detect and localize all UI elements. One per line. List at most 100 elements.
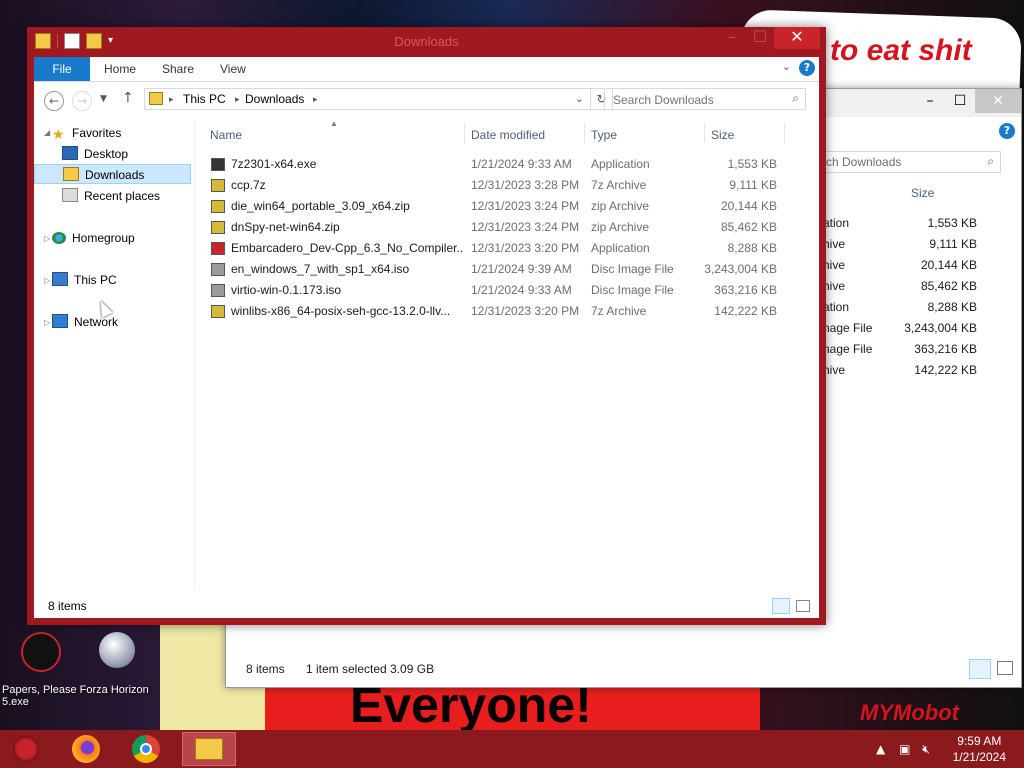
chevron-right-icon[interactable]: ▸: [235, 94, 240, 105]
minimize-button[interactable]: –: [718, 27, 746, 49]
chevron-down-icon[interactable]: ⌄: [575, 92, 584, 105]
taskbar-file-explorer[interactable]: [182, 732, 236, 766]
column-divider[interactable]: [464, 123, 465, 143]
column-divider[interactable]: [704, 123, 705, 143]
file-name: en_windows_7_with_sp1_x64.iso: [231, 262, 410, 276]
volume-muted-icon[interactable]: 🔇︎: [922, 742, 930, 756]
nav-item-homegroup[interactable]: Homegroup: [52, 228, 135, 248]
file-row[interactable]: Embarcadero_Dev-Cpp_6.3_No_Compiler... 12…: [202, 238, 819, 259]
address-bar[interactable]: ▸ This PC ▸ Downloads ▸ ⌄: [144, 88, 591, 110]
nav-item-downloads[interactable]: Downloads: [34, 164, 191, 184]
window-title: Downloads: [394, 34, 459, 49]
help-icon[interactable]: ?: [799, 60, 815, 76]
nav-item-favorites[interactable]: ★ Favorites: [52, 123, 121, 143]
window-titlebar[interactable]: ▾ Downloads – ☐ ✕: [27, 27, 826, 57]
explorer-window[interactable]: ▾ Downloads – ☐ ✕ File Home Share View ⌄…: [27, 27, 826, 625]
search-placeholder: rch Downloads: [822, 155, 902, 169]
status-item-count: 8 items: [48, 599, 87, 613]
column-header-name[interactable]: Name: [210, 128, 242, 142]
close-button[interactable]: ✕: [774, 27, 820, 49]
background-search-box[interactable]: rch Downloads ⌕: [821, 151, 1001, 173]
network-status-icon[interactable]: ▣: [899, 742, 910, 756]
file-date-modified: 12/31/2023 3:24 PM: [471, 220, 580, 234]
desktop-icon-papers-please[interactable]: [18, 632, 64, 674]
minimize-icon[interactable]: –: [915, 89, 945, 113]
ribbon-expand-icon[interactable]: ⌄: [782, 60, 791, 73]
maximize-button[interactable]: ☐: [746, 27, 774, 49]
forward-button[interactable]: →: [72, 91, 92, 111]
column-header-date[interactable]: Date modified: [471, 128, 545, 142]
address-row: ← → ▼ ↑ ▸ This PC ▸ Downloads ▸ ⌄ ↻ ⌕: [34, 82, 819, 118]
size-column-header[interactable]: Size: [911, 186, 934, 200]
navigation-pane: ◢ ★ Favorites Desktop Downloads Recent pl…: [34, 119, 195, 589]
clock[interactable]: 9:59 AM 1/21/2024: [953, 733, 1006, 765]
back-button[interactable]: ←: [44, 91, 64, 111]
breadcrumb-downloads[interactable]: Downloads: [245, 92, 304, 106]
taskbar-chrome[interactable]: [122, 732, 170, 766]
search-box[interactable]: ⌕: [604, 88, 806, 110]
column-header-size[interactable]: Size: [711, 128, 734, 142]
file-date-modified: 12/31/2023 3:20 PM: [471, 304, 580, 318]
file-row[interactable]: winlibs-x86_64-posix-seh-gcc-13.2.0-llv.…: [202, 301, 819, 322]
tab-share[interactable]: Share: [162, 57, 194, 81]
nav-item-this-pc[interactable]: This PC: [52, 270, 117, 290]
up-arrow-icon[interactable]: ↑: [122, 90, 134, 106]
desktop-icon-label: Papers, Please: [2, 684, 77, 696]
nav-item-network[interactable]: Network: [52, 312, 118, 332]
nav-item-recent-places[interactable]: Recent places: [62, 186, 160, 206]
file-row[interactable]: en_windows_7_with_sp1_x64.iso 1/21/2024 9…: [202, 259, 819, 280]
expand-arrow-icon[interactable]: ◢: [44, 128, 50, 137]
column-divider[interactable]: [584, 123, 585, 143]
file-row[interactable]: die_win64_portable_3.09_x64.zip 12/31/202…: [202, 196, 819, 217]
recent-locations-icon[interactable]: ▼: [100, 94, 107, 104]
file-row[interactable]: ccp.7z 12/31/2023 3:28 PM 7z Archive 9,111 …: [202, 175, 819, 196]
background-file-type: ation: [823, 216, 850, 230]
star-icon: ★: [52, 126, 65, 142]
file-type: Disc Image File: [591, 283, 674, 297]
large-icons-view-button[interactable]: [997, 661, 1013, 675]
collapse-arrow-icon[interactable]: ▷: [44, 318, 50, 327]
column-header-type[interactable]: Type: [591, 128, 617, 142]
firefox-icon: [72, 735, 100, 763]
7z-archive-icon: [211, 179, 225, 192]
collapse-arrow-icon[interactable]: ▷: [44, 276, 50, 285]
chevron-right-icon[interactable]: ▸: [169, 94, 174, 105]
background-file-type: hive: [823, 258, 846, 272]
clock-time: 9:59 AM: [957, 734, 1002, 748]
details-view-button[interactable]: [969, 659, 991, 679]
details-view-button[interactable]: [772, 598, 790, 614]
system-tray: ▲ ▣ 🔇︎: [876, 742, 930, 757]
search-input[interactable]: [611, 90, 785, 110]
file-row[interactable]: virtio-win-0.1.173.iso 1/21/2024 9:33 AM D…: [202, 280, 819, 301]
background-file-size: 142,222 KB: [914, 363, 977, 377]
collapse-arrow-icon[interactable]: ▷: [44, 234, 50, 243]
nav-label: Desktop: [84, 147, 129, 161]
column-divider[interactable]: [784, 123, 785, 143]
file-size: 20,144 KB: [720, 199, 777, 213]
clock-date: 1/21/2024: [952, 750, 1006, 764]
maximize-icon[interactable]: ☐: [945, 89, 975, 113]
taskbar-firefox[interactable]: [62, 732, 110, 766]
close-icon[interactable]: ✕: [975, 89, 1021, 113]
file-date-modified: 12/31/2023 3:28 PM: [471, 178, 580, 192]
file-type: zip Archive: [591, 220, 650, 234]
tab-home[interactable]: Home: [104, 57, 136, 81]
help-icon[interactable]: ?: [999, 123, 1015, 139]
start-button[interactable]: [2, 732, 50, 766]
background-file-size: 3,243,004 KB: [904, 321, 977, 335]
homegroup-icon: [52, 232, 66, 244]
zip-archive-icon: [211, 221, 225, 234]
file-row[interactable]: 7z2301-x64.exe 1/21/2024 9:33 AM Applicati…: [202, 154, 819, 175]
desktop-icon-forza[interactable]: [94, 632, 140, 670]
nav-item-desktop[interactable]: Desktop: [62, 144, 128, 164]
chevron-right-icon[interactable]: ▸: [313, 94, 318, 105]
file-date-modified: 1/21/2024 9:39 AM: [471, 262, 572, 276]
status-item-count: 8 items: [246, 662, 285, 676]
breadcrumb-this-pc[interactable]: This PC: [183, 92, 226, 106]
7z-archive-icon: [211, 305, 225, 318]
show-hidden-icons-icon[interactable]: ▲: [876, 742, 885, 756]
tab-file[interactable]: File: [34, 57, 90, 81]
large-icons-view-button[interactable]: [796, 600, 810, 612]
tab-view[interactable]: View: [220, 57, 246, 81]
file-row[interactable]: dnSpy-net-win64.zip 12/31/2023 3:24 PM zip…: [202, 217, 819, 238]
